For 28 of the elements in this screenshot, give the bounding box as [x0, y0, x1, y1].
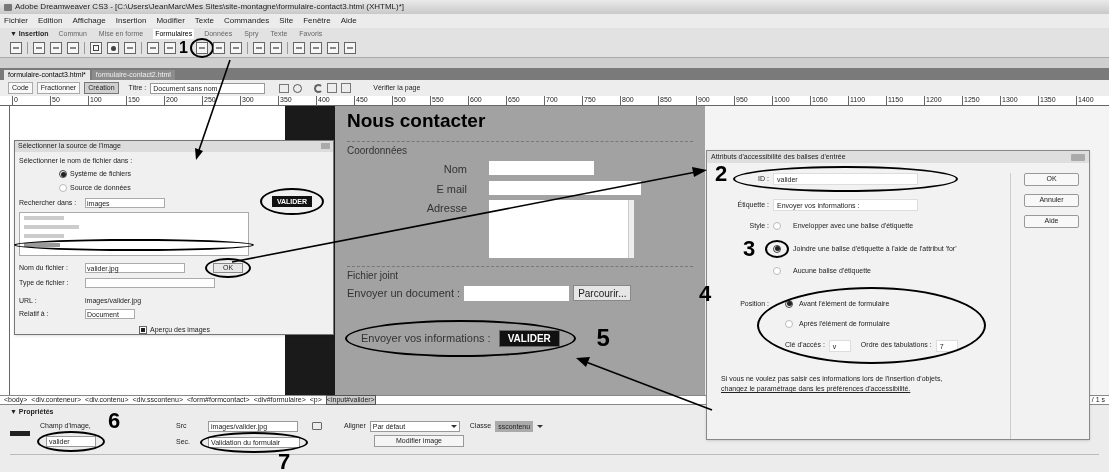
field-label: E mail	[436, 181, 467, 197]
field-label: Envoyer vos informations :	[361, 330, 491, 346]
field-label: Nom	[443, 162, 467, 177]
menu-item[interactable]: Affichage	[72, 17, 106, 25]
field-label: Adresse	[426, 201, 467, 216]
annotation-number: 5	[596, 325, 610, 350]
validate-image-button[interactable]: VALIDER	[498, 329, 560, 347]
annotation-number: 4	[699, 282, 712, 305]
annotation-number: 3	[743, 237, 756, 260]
menu-item[interactable]: Texte	[194, 17, 214, 25]
fieldset-legend: Fichier joint	[347, 268, 693, 283]
menu-item[interactable]: Aide	[340, 17, 357, 25]
menu-item[interactable]: Commandes	[223, 17, 270, 25]
annotation-number: 1	[179, 40, 188, 57]
menu-item[interactable]: Modifier	[156, 17, 185, 25]
annotation-number: 7	[278, 450, 291, 472]
browse-button[interactable]: Parcourir...	[573, 285, 632, 302]
menu-item[interactable]: Site	[279, 17, 294, 25]
menu-item[interactable]: Fichier	[4, 17, 28, 25]
menu-item[interactable]: Fenêtre	[303, 17, 331, 25]
menu-item[interactable]: Edition	[38, 17, 63, 25]
page-heading: Nous contacter	[347, 109, 487, 133]
annotation-number: 2	[715, 163, 728, 185]
annotation-number: 6	[108, 410, 121, 432]
fieldset-legend: Coordonnées	[347, 143, 693, 158]
window-title: Adobe Dreamweaver CS3 - [C:\Users\JeanMarc\Mes Sites\site-montagne\formulaire-contact3.html (XHTML)*]	[15, 3, 405, 11]
menu-item[interactable]: Insertion	[115, 17, 147, 25]
field-label: Envoyer un document :	[347, 286, 461, 301]
